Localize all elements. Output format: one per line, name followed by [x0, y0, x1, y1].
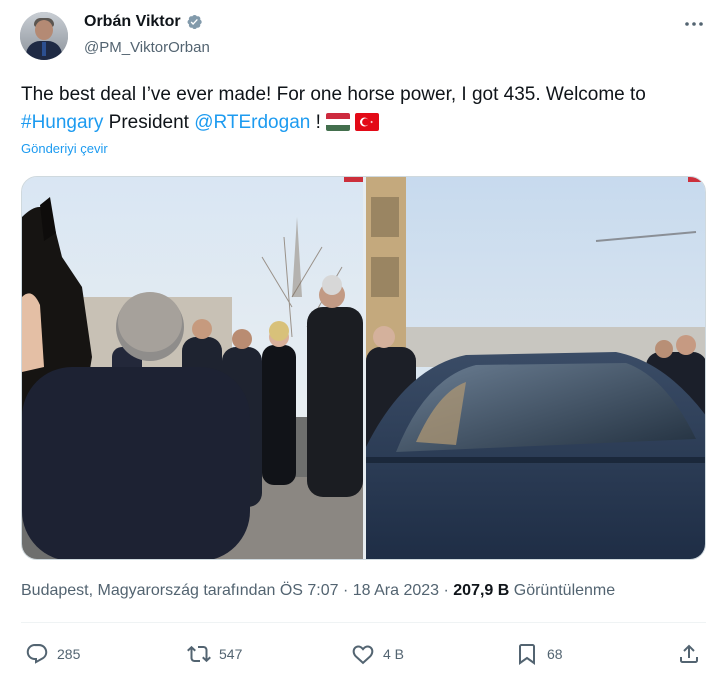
location-and-time[interactable]: Budapest, Magyarország tarafından ÖS 7:0… [21, 582, 453, 599]
translate-post-link[interactable]: Gönderiyi çevir [21, 141, 108, 156]
more-options-button[interactable] [683, 14, 705, 34]
repost-button[interactable]: 547 [187, 640, 242, 668]
reply-count: 285 [57, 646, 81, 662]
bookmark-count: 68 [547, 646, 563, 662]
author-avatar[interactable] [20, 12, 68, 60]
like-count: 4 B [383, 646, 405, 662]
views-label: Görüntülenme [509, 582, 616, 599]
author-display-name[interactable]: Orbán Viktor [84, 13, 181, 31]
action-bar: 285 547 4 B 68 [21, 640, 706, 668]
repost-count: 547 [219, 646, 243, 662]
tweet-text-president: President [103, 112, 195, 133]
turkey-flag-icon [355, 112, 380, 140]
heart-icon [352, 645, 374, 665]
more-horizontal-icon [685, 22, 703, 26]
author-name-row: Orbán Viktor [84, 13, 203, 31]
tweet-text: The best deal I’ve ever made! For one ho… [21, 81, 711, 140]
verified-badge-icon[interactable] [185, 13, 203, 31]
reply-button[interactable]: 285 [25, 640, 80, 668]
share-icon [680, 644, 698, 663]
hashtag-link[interactable]: #Hungary [21, 112, 103, 133]
horse-and-erdogan-photo[interactable] [22, 177, 363, 559]
hungary-flag-icon [326, 112, 351, 140]
bookmark-icon [519, 644, 535, 665]
mention-link[interactable]: @RTErdogan [194, 112, 310, 133]
reply-icon [26, 644, 48, 664]
bookmark-button[interactable]: 68 [515, 640, 563, 668]
author-handle[interactable]: @PM_ViktorOrban [84, 39, 210, 56]
car-photo[interactable] [366, 177, 705, 559]
repost-icon [187, 645, 211, 663]
tweet-text-line1: The best deal I’ve ever made! For one ho… [21, 84, 646, 105]
tweet-card: Orbán Viktor @PM_ViktorOrban The best de… [0, 0, 720, 680]
divider [21, 622, 706, 623]
tweet-media [21, 176, 706, 560]
views-count: 207,9 B [453, 582, 510, 599]
tweet-text-exclaim: ! [310, 112, 327, 133]
share-button[interactable] [677, 640, 701, 668]
tweet-meta: Budapest, Magyarország tarafından ÖS 7:0… [21, 582, 615, 600]
like-button[interactable]: 4 B [351, 640, 404, 668]
